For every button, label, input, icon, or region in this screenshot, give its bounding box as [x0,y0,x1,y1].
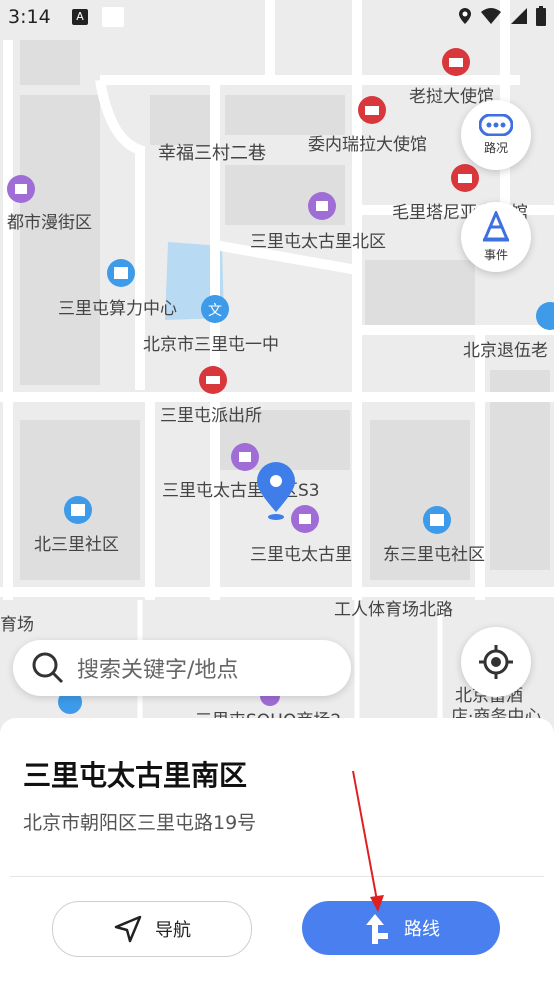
poi-blue-icon[interactable] [64,496,92,524]
location-status-icon [459,8,471,24]
location-pin-icon[interactable] [257,462,295,520]
poi-blue-icon[interactable] [536,302,554,330]
poi-purple-icon[interactable] [231,443,259,471]
poi-red-icon[interactable] [451,164,479,192]
search-placeholder: 搜索关键字/地点 [77,658,239,683]
notification-box-icon [102,7,124,27]
signal-icon [511,8,527,24]
traffic-cone-icon [482,211,510,242]
poi-blue-icon[interactable] [423,506,451,534]
events-label: 事件 [483,248,508,262]
poi-purple-icon[interactable] [291,505,319,533]
poi-red-icon[interactable] [442,48,470,76]
search-icon [32,652,64,684]
my-location-button[interactable] [461,627,531,697]
place-detail-sheet: 三里屯太古里南区 北京市朝阳区三里屯路19号 导航 路线 [0,718,554,984]
traffic-button[interactable]: 路况 [461,100,531,170]
place-address: 北京市朝阳区三里屯路19号 [23,812,257,834]
svg-text:文: 文 [208,303,222,319]
search-bar[interactable]: 搜索关键字/地点 [13,640,351,696]
poi-purple-icon[interactable] [308,192,336,220]
police-icon[interactable] [199,366,227,394]
crosshair-icon [479,645,513,679]
traffic-label: 路况 [483,141,508,155]
navigate-label: 导航 [155,920,191,941]
status-time: 3:14 [8,6,51,28]
status-bar: 3:14 A [0,0,554,36]
notification-icon: A [72,9,88,25]
poi-red-icon[interactable] [358,96,386,124]
route-label: 路线 [404,919,440,940]
events-button[interactable]: 事件 [461,202,531,272]
poi-blue-icon[interactable] [107,259,135,287]
wifi-icon [481,8,501,24]
place-title: 三里屯太古里南区 [23,759,248,792]
navigation-arrow-icon [114,915,142,943]
battery-icon [536,6,546,26]
navigate-button[interactable]: 导航 [52,901,252,957]
school-icon[interactable]: 文 [201,295,229,323]
divider [10,876,544,877]
route-button[interactable]: 路线 [302,901,500,955]
route-turn-icon [366,914,388,944]
traffic-icon [479,114,513,136]
poi-purple-icon[interactable] [7,175,35,203]
